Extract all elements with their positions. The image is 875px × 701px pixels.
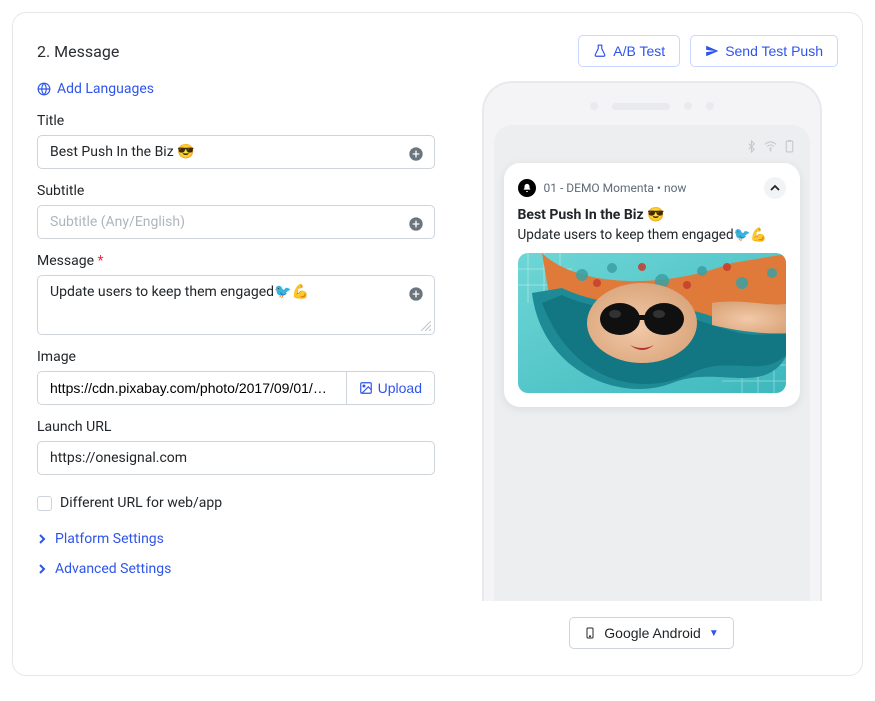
speaker-icon — [612, 103, 670, 110]
diff-url-checkbox[interactable] — [37, 496, 52, 511]
launch-url-field: Launch URL — [37, 419, 435, 475]
diff-url-row: Different URL for web/app — [37, 495, 435, 511]
launch-url-input[interactable] — [38, 442, 434, 474]
caret-down-icon: ▼ — [709, 628, 719, 639]
camera-dot-icon — [590, 102, 598, 110]
image-url-input[interactable] — [38, 372, 346, 404]
ab-test-label: A/B Test — [613, 43, 665, 59]
upload-button[interactable]: Upload — [346, 372, 434, 404]
battery-icon — [783, 140, 796, 153]
title-input[interactable] — [38, 136, 434, 168]
diff-url-label: Different URL for web/app — [60, 495, 222, 511]
message-panel: 2. Message A/B Test Send Test Push Add L… — [12, 12, 863, 676]
image-field: Image Upload — [37, 349, 435, 405]
add-languages-link[interactable]: Add Languages — [37, 81, 435, 97]
message-input-wrap — [37, 275, 435, 335]
phone-top-hardware — [494, 93, 810, 119]
add-variable-icon[interactable] — [408, 286, 424, 302]
ab-test-button[interactable]: A/B Test — [578, 35, 680, 67]
message-label: Message * — [37, 253, 435, 269]
wifi-icon — [764, 140, 777, 153]
platform-settings-label: Platform Settings — [55, 531, 164, 547]
add-variable-icon[interactable] — [408, 216, 424, 232]
chevron-right-icon — [37, 534, 47, 544]
platform-selector[interactable]: Google Android ▼ — [569, 617, 733, 649]
phone-icon — [584, 626, 596, 640]
upload-label: Upload — [378, 380, 422, 396]
notification-header: 01 - DEMO Momenta • now — [518, 177, 786, 199]
add-languages-label: Add Languages — [57, 81, 154, 97]
panel-header: 2. Message A/B Test Send Test Push — [37, 35, 838, 67]
notification-app-line: 01 - DEMO Momenta • now — [544, 181, 756, 195]
status-bar — [504, 135, 800, 157]
chevron-right-icon — [37, 564, 47, 574]
phone-frame: 01 - DEMO Momenta • now Best Push In the… — [482, 81, 822, 601]
message-textarea[interactable] — [38, 276, 434, 334]
globe-icon — [37, 82, 51, 96]
flask-icon — [593, 44, 607, 58]
platform-selector-label: Google Android — [604, 625, 701, 641]
app-icon — [518, 179, 536, 197]
subtitle-label: Subtitle — [37, 183, 435, 199]
notification-message: Update users to keep them engaged🐦💪 — [518, 227, 786, 243]
launch-url-label: Launch URL — [37, 419, 435, 435]
collapse-button[interactable] — [764, 177, 786, 199]
bluetooth-icon — [745, 140, 758, 153]
header-buttons: A/B Test Send Test Push — [578, 35, 838, 67]
notification-card: 01 - DEMO Momenta • now Best Push In the… — [504, 163, 800, 407]
notification-title: Best Push In the Biz 😎 — [518, 207, 786, 223]
advanced-settings-toggle[interactable]: Advanced Settings — [37, 561, 435, 577]
content-columns: Add Languages Title Subtitle Message * — [37, 81, 838, 649]
launch-url-input-wrap — [37, 441, 435, 475]
upload-icon — [359, 381, 373, 395]
sensor-dot-icon — [706, 102, 714, 110]
image-label: Image — [37, 349, 435, 365]
title-label: Title — [37, 113, 435, 129]
phone-screen: 01 - DEMO Momenta • now Best Push In the… — [494, 125, 810, 601]
subtitle-input[interactable] — [38, 206, 434, 238]
add-variable-icon[interactable] — [408, 146, 424, 162]
subtitle-input-wrap — [37, 205, 435, 239]
platform-settings-toggle[interactable]: Platform Settings — [37, 531, 435, 547]
preview-column: 01 - DEMO Momenta • now Best Push In the… — [465, 81, 838, 649]
section-title: 2. Message — [37, 42, 119, 61]
send-test-label: Send Test Push — [725, 43, 823, 59]
advanced-settings-label: Advanced Settings — [55, 561, 171, 577]
subtitle-field: Subtitle — [37, 183, 435, 239]
notification-image — [518, 253, 786, 393]
chevron-up-icon — [770, 183, 780, 193]
title-input-wrap — [37, 135, 435, 169]
title-field: Title — [37, 113, 435, 169]
image-input-row: Upload — [37, 371, 435, 405]
sensor-dot-icon — [684, 102, 692, 110]
form-column: Add Languages Title Subtitle Message * — [37, 81, 435, 591]
send-test-push-button[interactable]: Send Test Push — [690, 35, 838, 67]
message-field: Message * — [37, 253, 435, 335]
send-icon — [705, 44, 719, 58]
